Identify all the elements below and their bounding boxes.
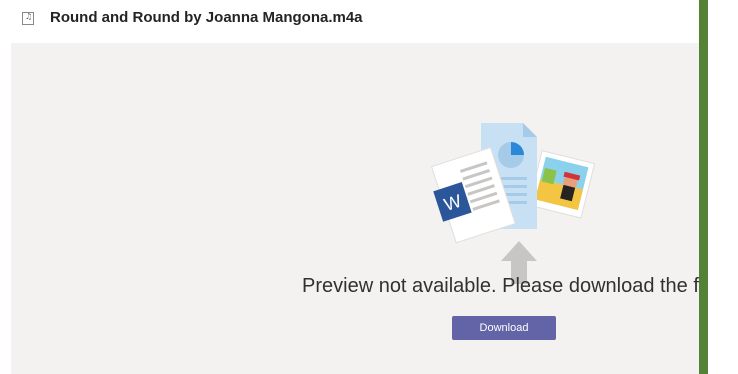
- file-name-title: Round and Round by Joanna Mangona.m4a: [50, 9, 363, 26]
- file-header: ♫ Round and Round by Joanna Mangona.m4a: [0, 0, 700, 42]
- documents-upload-illustration: W: [430, 123, 595, 284]
- audio-file-icon: ♫: [22, 12, 34, 25]
- preview-area: W Preview not available. Please download…: [11, 43, 699, 374]
- right-margin: [708, 0, 738, 374]
- preview-unavailable-message: Preview not available. Please download t…: [302, 275, 699, 297]
- side-divider: [699, 0, 708, 374]
- download-button[interactable]: Download: [452, 316, 556, 340]
- image-file-icon: [527, 150, 595, 219]
